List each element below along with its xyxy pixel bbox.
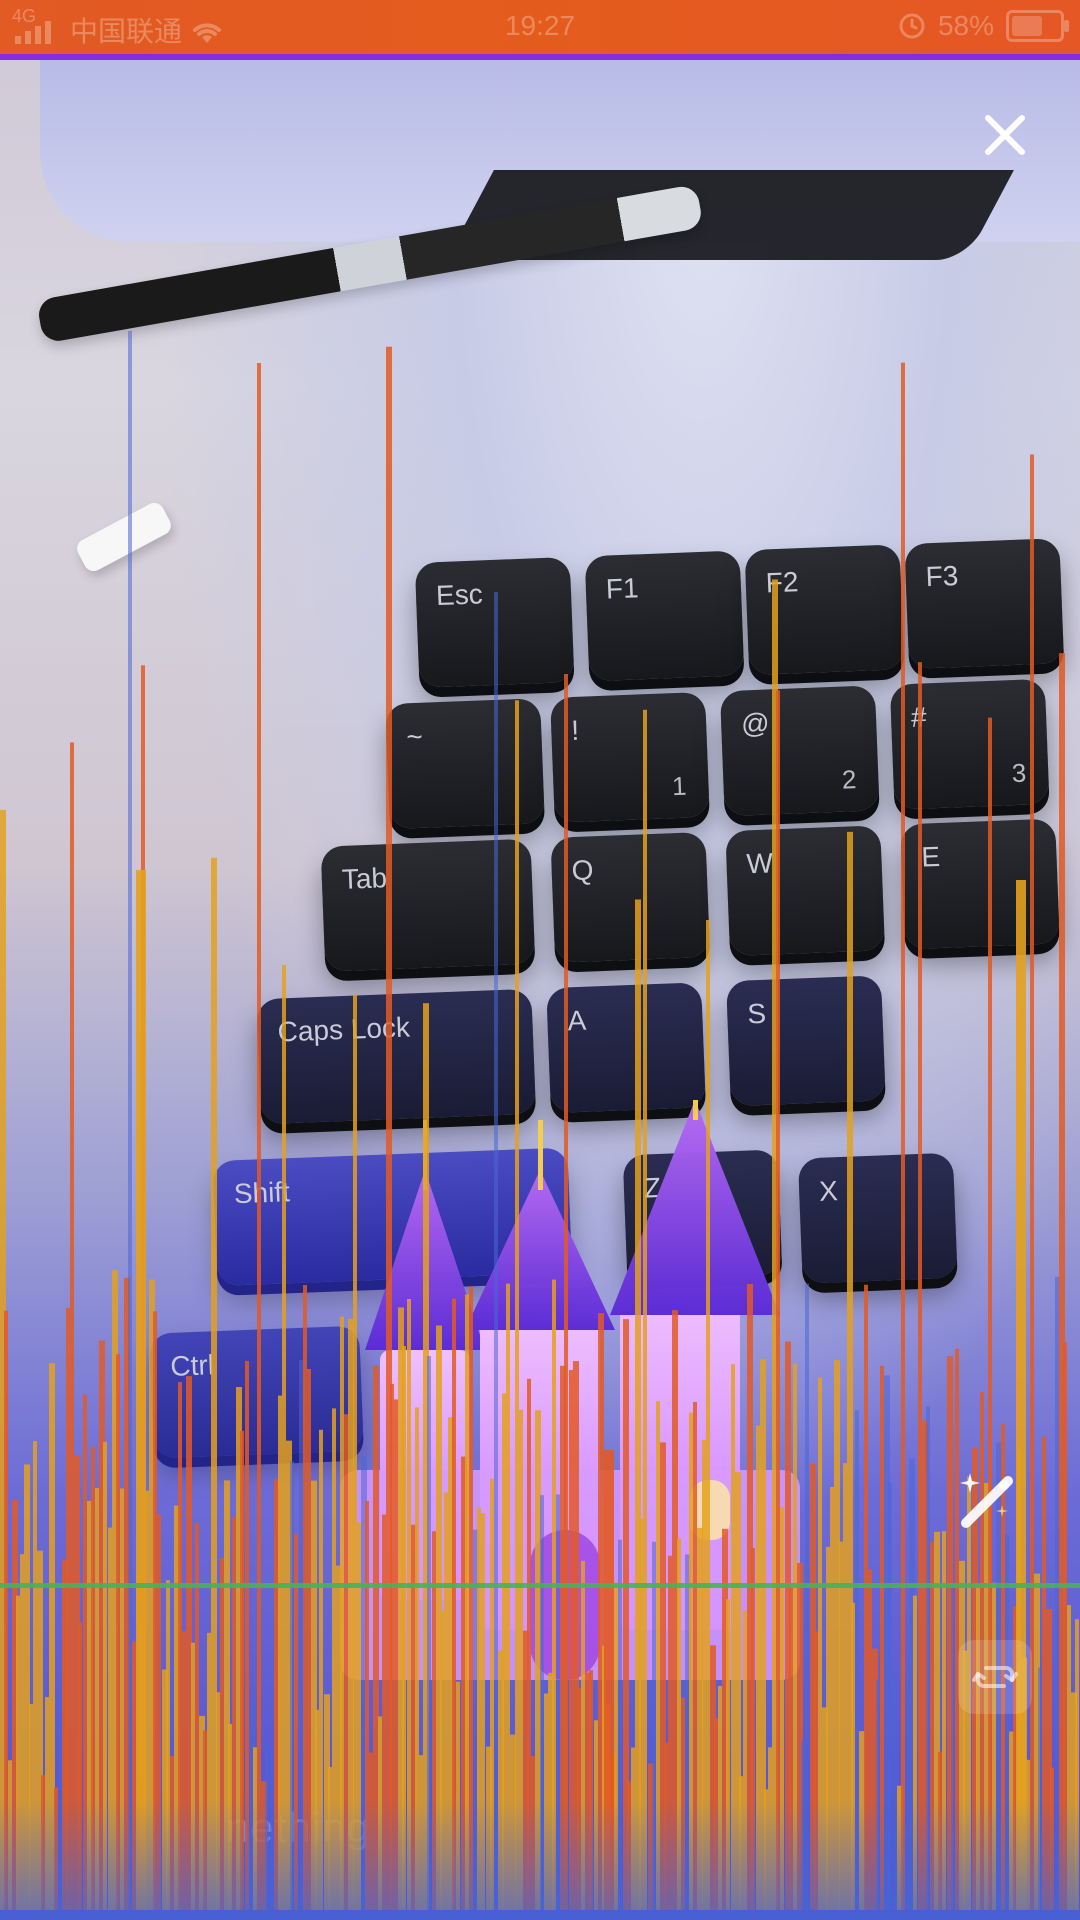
key-tilde: ~: [385, 698, 545, 830]
key-sub-label: 1: [671, 770, 688, 802]
key-esc: Esc: [414, 556, 575, 688]
key-q: Q: [550, 831, 711, 963]
castle-spire: [423, 1120, 427, 1190]
key-s: S: [726, 975, 886, 1107]
key-w: W: [725, 825, 885, 957]
key-label: W: [745, 847, 774, 880]
key-label: !: [570, 714, 580, 747]
key-2: @2: [719, 685, 880, 817]
key-label: E: [920, 840, 941, 873]
effects-button[interactable]: [950, 1465, 1020, 1535]
key-1: ! 1: [550, 691, 710, 823]
key-label: Tab: [341, 862, 388, 895]
castle-right-spire: [693, 1100, 698, 1120]
key-label: Esc: [435, 578, 484, 612]
key-label: A: [566, 1004, 587, 1037]
key-label: Caps Lock: [277, 1011, 411, 1048]
castle-main-cone: [465, 1170, 615, 1330]
castle-main-spire: [538, 1120, 543, 1190]
key-label: Shift: [233, 1176, 291, 1210]
key-sub-label: 3: [1011, 757, 1027, 789]
key-label: ~: [405, 720, 424, 753]
key-e: E: [900, 818, 1060, 950]
key-label: F2: [765, 566, 800, 599]
magic-wand-icon: [960, 1473, 1013, 1528]
camera-screen: Esc F1 F2 F3 ~ ! 1 @2 #3 Tab Q W E Caps L…: [0, 0, 1080, 1920]
clock-icon: [899, 13, 925, 39]
camera-flip-icon: [972, 1666, 1018, 1688]
key-3: #3: [889, 678, 1050, 810]
bottom-blue-gradient: [0, 1800, 1080, 1920]
close-button[interactable]: [964, 94, 1046, 176]
key-label: F3: [925, 560, 959, 593]
key-sub-label: 2: [841, 764, 857, 795]
key-a: A: [546, 982, 706, 1114]
flip-camera-button[interactable]: [958, 1640, 1032, 1714]
green-horizontal-line: [0, 1583, 1080, 1588]
key-f3: F3: [904, 538, 1065, 670]
battery-icon: [1006, 10, 1069, 42]
status-bar: 4G 中国联通 19:27 58%: [0, 0, 1080, 60]
castle-gate: [530, 1530, 600, 1680]
key-f1: F1: [584, 550, 745, 682]
key-label: @: [740, 707, 771, 740]
castle-window: [690, 1480, 730, 1540]
castle-right-cone: [610, 1100, 780, 1315]
key-label: Ctrl: [169, 1349, 215, 1382]
close-icon: [985, 115, 1025, 155]
key-label: F1: [605, 572, 640, 605]
castle-cone: [365, 1170, 485, 1350]
key-tab: Tab: [320, 838, 536, 972]
key-label: Q: [571, 854, 595, 887]
battery-percent: 58%: [937, 10, 994, 41]
castle-sticker: [340, 1100, 800, 1680]
key-label: S: [746, 997, 767, 1030]
key-f2: F2: [744, 544, 905, 676]
status-bar-right: 58%: [898, 10, 1069, 42]
key-label: #: [910, 701, 928, 733]
battery-fill: [1012, 16, 1043, 36]
